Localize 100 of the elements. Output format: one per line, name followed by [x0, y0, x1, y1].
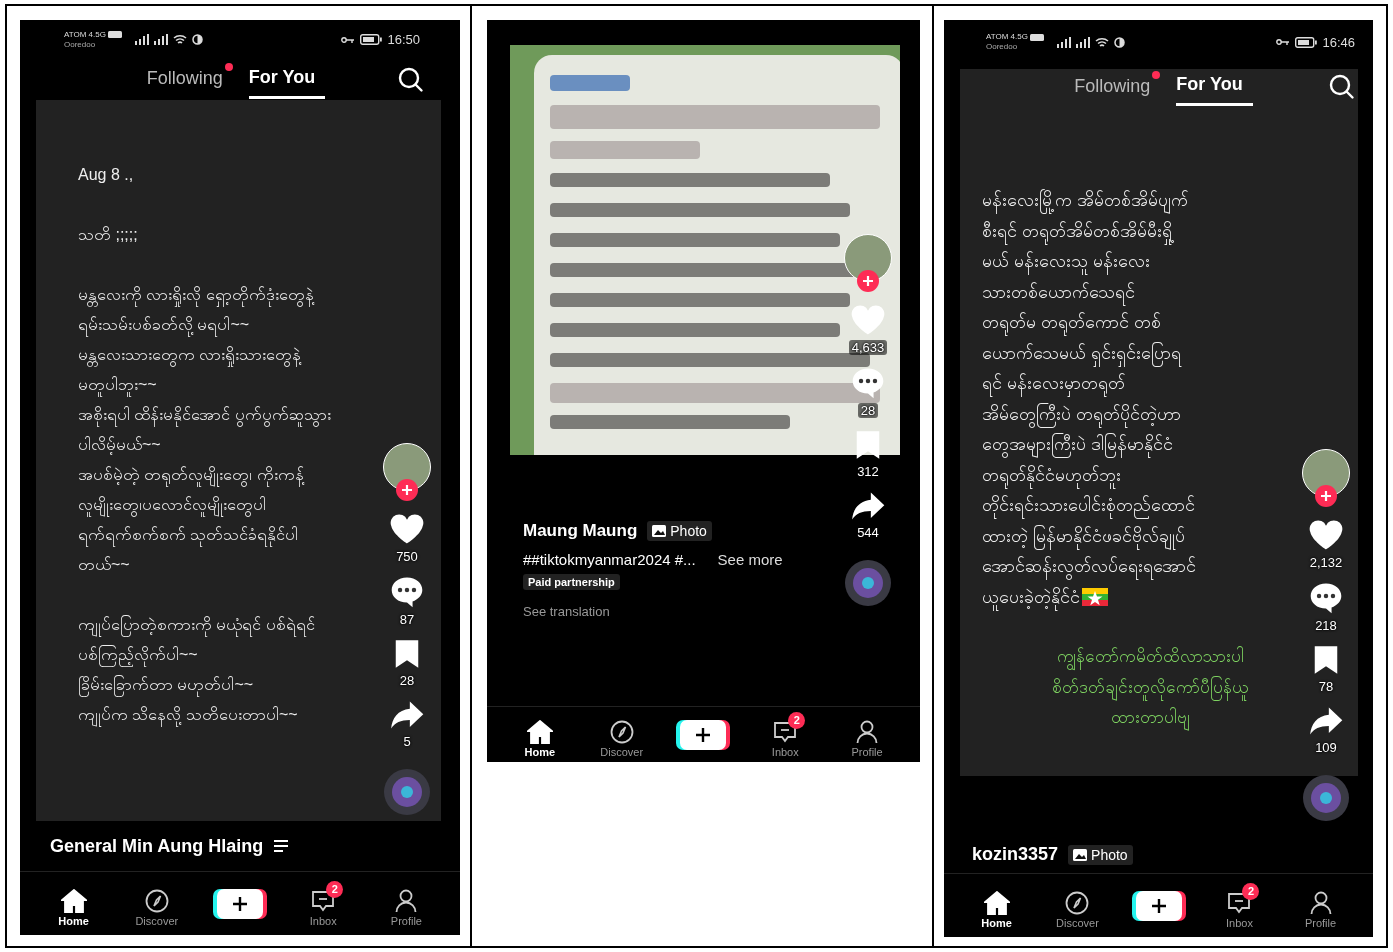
share-icon[interactable]	[851, 491, 885, 521]
post-text-line: Aug 8 .,	[78, 164, 134, 185]
heart-icon[interactable]	[1308, 519, 1344, 551]
profile-icon	[1309, 891, 1332, 916]
see-translation-link[interactable]: See translation	[523, 604, 906, 619]
signal-icon	[153, 34, 168, 46]
post-text-line: အပစ်မဲ့တဲ့ တရုတ်လူမျိုးတွေ၊ ကိုးကန့်	[78, 459, 304, 490]
nav-tab[interactable]: Profile	[840, 711, 894, 759]
battery-icon	[1295, 36, 1318, 48]
post-text-line: ကျုပ်ပြောတဲ့စကားကို မယုံရင် ပစ်ရဲရင်	[78, 609, 315, 640]
home-icon	[526, 720, 553, 745]
key-icon	[341, 35, 356, 44]
clock-time: 16:50	[387, 32, 420, 48]
post-text-line: တွေအများကြီးပဲ ဒါမြန်မာနိုင်ငံ	[982, 429, 1173, 460]
bookmark-icon[interactable]	[855, 430, 881, 460]
share-icon[interactable]	[390, 700, 424, 730]
nav-tab[interactable]: Discover	[589, 711, 655, 759]
plus-icon	[695, 726, 712, 743]
post-text-line: ပါလိမ့်မယ်~~	[78, 434, 161, 457]
post-text-line: တရုတ်နိုင်ငံမဟုတ်ဘူး	[982, 459, 1121, 491]
signal-icon	[134, 34, 149, 46]
nav-tab[interactable]: Home	[970, 882, 1023, 930]
save-count: 28	[399, 673, 415, 688]
nav-tab[interactable]: Profile	[379, 880, 433, 927]
profile-icon	[856, 720, 879, 745]
post-text-line: တယ်~~	[78, 554, 130, 575]
badge-label: Photo	[670, 523, 707, 539]
follow-plus-icon[interactable]	[396, 479, 418, 501]
save-count: 312	[854, 464, 882, 479]
post-text-line: ရမ်းသမ်းပစ်ခတ်လို့ မရပါ~~	[78, 309, 250, 340]
bookmark-icon[interactable]	[394, 639, 420, 669]
heart-icon[interactable]	[389, 513, 425, 545]
follow-plus-icon[interactable]	[1315, 485, 1337, 507]
post-text-line: အောင်ဆန်းလွတ်လပ်ရေးရအောင်	[982, 551, 1196, 582]
wifi-icon	[1094, 36, 1109, 48]
post-text-line: အစိုးရပါ ထိန်းမနိုင်အောင် ပွက်ပွက်ဆူသွား	[78, 399, 331, 430]
home-icon	[983, 891, 1010, 916]
operator-label: Ooredoo	[64, 39, 97, 50]
post-text-line: အိမ်တွေကြီးပဲ တရုတ်ပိုင်တဲ့ဟာ	[982, 398, 1181, 430]
comment-icon[interactable]	[851, 367, 885, 399]
post-text-line: ထားတဲ့ မြန်မာနိုင်ငံဖခင်ဗိုလ်ချုပ်	[982, 520, 1185, 552]
playlist-icon[interactable]	[273, 839, 290, 854]
nav-tab[interactable]: Discover	[1045, 882, 1110, 930]
post-text-line: မန္တလေးကို လားရှိုးလို ရှော့တိုက်ဒုံးတွေနဲ့	[78, 279, 314, 310]
share-count: 544	[854, 525, 882, 540]
post-text-line: သားတစ်ယောက်သေရင်	[982, 276, 1135, 308]
music-disc-icon[interactable]	[384, 769, 430, 815]
post-text-line: တရုတ်မ တရုတ်ကောင် တစ်	[982, 307, 1161, 338]
music-disc-icon[interactable]	[845, 560, 891, 606]
feed-tab[interactable]: Following	[146, 62, 233, 98]
nav-tab[interactable]: 2 Inbox	[760, 711, 810, 759]
post-text-line: မန္တလေးသားတွေက လားရှိုးသားတွေနဲ့	[78, 339, 302, 370]
nav-tab[interactable]: Discover	[124, 880, 190, 927]
music-disc-icon[interactable]	[1303, 775, 1349, 821]
post-text-line: ခြိမ်းခြောက်တာ မဟုတ်ပါ~~	[78, 669, 254, 700]
signal-icon	[1056, 36, 1071, 48]
search-icon[interactable]	[398, 66, 424, 93]
post-text-line: ကျုပ်က သိနေလို့ သတိပေးတာပါ~~	[78, 699, 298, 730]
author-name[interactable]: Maung Maung	[523, 521, 638, 541]
clock-time: 16:46	[1322, 34, 1355, 50]
nav-tab[interactable]: 2 Inbox	[1215, 882, 1264, 930]
wifi-icon	[172, 34, 187, 46]
post-text-line: ယူပေးခဲ့တဲ့နိုင်ငံ	[982, 581, 1080, 613]
carrier-label: ATOM 4.5G	[64, 29, 106, 40]
search-icon[interactable]	[1329, 74, 1355, 101]
comment-count: 87	[399, 612, 415, 627]
post-text-line: ပစ်ကြည့်လိုက်ပါ~~	[78, 639, 198, 670]
post-text-line: သတိ ;;;;;	[78, 224, 138, 245]
key-icon	[1276, 38, 1291, 47]
nav-tab[interactable]: 2 Inbox	[298, 880, 348, 927]
post-text-line: မန်းလေးမြို့က အိမ်တစ်အိမ်ပျက်	[982, 185, 1188, 216]
unread-count: 2	[788, 712, 806, 730]
comment-icon[interactable]	[390, 576, 424, 608]
like-count: 2,132	[1309, 555, 1343, 570]
post-text-line: ရင် မန်းလေးမှာတရုတ်	[982, 368, 1125, 399]
nav-tab[interactable]: Profile	[1293, 882, 1348, 930]
battery-icon	[360, 34, 383, 46]
plus-icon	[1150, 897, 1167, 914]
post-text-line: စီးရင် တရုတ်အိမ်တစ်အိမ်မီးရှို့	[982, 215, 1172, 247]
image-icon	[1073, 848, 1088, 861]
signal-icon	[1075, 36, 1090, 48]
post-text-line: မယ် မန်းလေးသူ မန်းလေး	[982, 246, 1150, 277]
bookmark-icon[interactable]	[1313, 645, 1339, 675]
badge-label: Photo	[1091, 846, 1128, 863]
nav-tab[interactable]: Home	[47, 880, 100, 927]
comment-count: 218	[1315, 618, 1337, 633]
save-count: 78	[1318, 679, 1334, 694]
share-count: 5	[403, 734, 411, 749]
carrier-label: ATOM 4.5G	[986, 32, 1028, 43]
home-icon	[60, 889, 87, 913]
author-name[interactable]: General Min Aung Hlaing	[50, 835, 264, 857]
share-icon[interactable]	[1309, 706, 1343, 736]
post-text-line: စိတ်ဒတ်ချင်းတူလိုကော်ပီပြန်ယူ	[1051, 672, 1249, 704]
post-text-line: ယောက်သေမယ် ရှင်းရှင်းပြောရ	[982, 337, 1181, 369]
author-name[interactable]: kozin3357	[972, 844, 1059, 866]
see-more-link[interactable]: See more	[717, 551, 783, 568]
nav-tab[interactable]: Home	[513, 711, 567, 759]
post-text-line: ကျွန်တော်ကမိတ်ထိလာသားပါ	[1056, 642, 1244, 673]
post-text-line: တိုင်းရင်းသားပေါင်းစုံတည်ထောင်	[982, 490, 1195, 521]
comment-icon[interactable]	[1309, 582, 1343, 614]
